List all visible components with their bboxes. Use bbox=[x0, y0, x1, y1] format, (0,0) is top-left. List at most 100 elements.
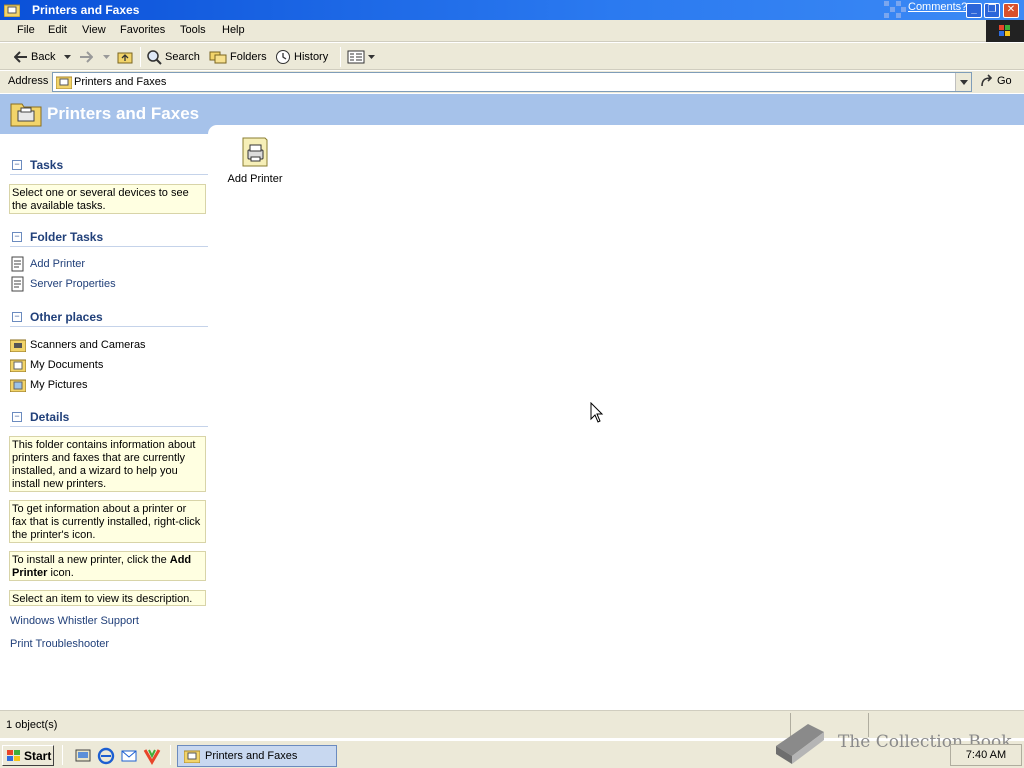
print-troubleshooter-link[interactable]: Print Troubleshooter bbox=[10, 638, 109, 650]
folder-header: Printers and Faxes bbox=[0, 94, 1024, 134]
tasks-title: Tasks bbox=[30, 158, 64, 172]
search-icon bbox=[147, 50, 162, 65]
folder-tasks-title: Folder Tasks bbox=[30, 230, 104, 244]
status-text: 1 object(s) bbox=[6, 719, 58, 731]
views-icon bbox=[347, 50, 365, 64]
other-places-title: Other places bbox=[30, 310, 103, 324]
chevron-down-icon bbox=[959, 79, 968, 85]
server-properties-icon bbox=[11, 276, 24, 292]
up-folder-button[interactable] bbox=[117, 47, 133, 67]
add-printer-item[interactable]: Add Printer bbox=[222, 136, 288, 185]
scanner-folder-icon bbox=[10, 339, 26, 352]
minimize-button[interactable]: _ bbox=[966, 3, 982, 18]
header-curve bbox=[208, 125, 1024, 134]
server-properties-link[interactable]: Server Properties bbox=[10, 276, 116, 292]
forward-arrow-icon bbox=[80, 51, 93, 63]
address-bar: Address Printers and Faxes Go bbox=[0, 71, 1024, 93]
go-button[interactable]: Go bbox=[980, 74, 1012, 88]
chevron-down-icon bbox=[103, 55, 110, 59]
taskbar-window-button[interactable]: Printers and Faxes bbox=[177, 745, 337, 767]
documents-folder-icon bbox=[10, 359, 26, 372]
up-folder-icon bbox=[117, 52, 133, 64]
taskbar-separator bbox=[170, 745, 171, 765]
windows-whistler-support-link[interactable]: Windows Whistler Support bbox=[10, 615, 139, 627]
book-logo-icon bbox=[776, 724, 824, 764]
address-label: Address bbox=[8, 75, 49, 87]
other-places-section-header[interactable]: − Other places bbox=[10, 309, 208, 327]
windows-flag-icon bbox=[7, 749, 20, 761]
address-value: Printers and Faxes bbox=[74, 76, 167, 88]
add-printer-icon bbox=[11, 256, 24, 272]
my-pictures-label: My Pictures bbox=[30, 379, 88, 391]
scanners-and-cameras-link[interactable]: Scanners and Cameras bbox=[10, 337, 146, 353]
pictures-folder-icon bbox=[10, 379, 26, 392]
add-printer-task-link[interactable]: Add Printer bbox=[10, 256, 85, 272]
toolbar: Back Search Folders History bbox=[0, 43, 1024, 70]
collapse-icon: − bbox=[12, 160, 22, 170]
views-button[interactable] bbox=[347, 47, 375, 67]
history-icon bbox=[276, 50, 290, 64]
chevron-down-icon bbox=[368, 55, 375, 59]
restore-button[interactable]: ❐ bbox=[984, 3, 1000, 18]
start-button[interactable]: Start bbox=[2, 745, 54, 766]
details-info-3: To install a new printer, click the Add … bbox=[9, 551, 206, 581]
address-input[interactable]: Printers and Faxes bbox=[52, 72, 972, 92]
search-button[interactable]: Search bbox=[146, 47, 200, 67]
comments-link[interactable]: Comments? bbox=[908, 1, 967, 13]
system-clock: 7:40 AM bbox=[950, 744, 1022, 766]
mouse-pointer-icon bbox=[590, 402, 604, 423]
add-printer-item-label: Add Printer bbox=[227, 173, 283, 185]
toolbar-separator bbox=[140, 47, 141, 67]
close-button[interactable]: ✕ bbox=[1003, 3, 1019, 18]
go-label: Go bbox=[997, 75, 1012, 87]
menu-help[interactable]: Help bbox=[222, 24, 245, 36]
folder-tasks-section-header[interactable]: − Folder Tasks bbox=[10, 229, 208, 247]
taskbar-window-label: Printers and Faxes bbox=[205, 750, 298, 762]
details-info-3-text: To install a new printer, click the bbox=[12, 554, 170, 566]
chevron-down-icon bbox=[64, 55, 71, 59]
history-button[interactable]: History bbox=[275, 47, 328, 67]
menu-bar: File Edit View Favorites Tools Help bbox=[0, 20, 1024, 42]
add-printer-icon bbox=[242, 137, 268, 167]
go-arrow-icon bbox=[981, 74, 993, 87]
back-arrow-icon bbox=[14, 51, 27, 63]
menu-tools[interactable]: Tools bbox=[180, 24, 206, 36]
printer-folder-icon bbox=[184, 750, 200, 763]
show-desktop-icon[interactable] bbox=[74, 747, 92, 765]
forward-button[interactable] bbox=[79, 47, 93, 67]
back-button[interactable]: Back bbox=[14, 47, 55, 67]
outlook-express-icon[interactable] bbox=[120, 747, 138, 765]
windows-logo-icon bbox=[986, 20, 1024, 42]
menu-favorites[interactable]: Favorites bbox=[120, 24, 165, 36]
details-info-2: To get information about a printer or fa… bbox=[9, 500, 206, 543]
folders-label: Folders bbox=[230, 51, 267, 63]
my-documents-link[interactable]: My Documents bbox=[10, 357, 103, 373]
collapse-icon: − bbox=[12, 412, 22, 422]
window-title: Printers and Faxes bbox=[32, 3, 140, 17]
menu-view[interactable]: View bbox=[82, 24, 106, 36]
history-label: History bbox=[294, 51, 329, 63]
collapse-icon: − bbox=[12, 312, 22, 322]
back-dropdown-button[interactable] bbox=[64, 47, 71, 67]
folders-button[interactable]: Folders bbox=[209, 47, 267, 67]
details-info-4: Select an item to view its description. bbox=[9, 590, 206, 606]
scanners-and-cameras-label: Scanners and Cameras bbox=[30, 339, 146, 351]
printer-folder-icon bbox=[10, 103, 42, 127]
address-dropdown-button[interactable] bbox=[955, 73, 971, 91]
task-pane: − Tasks Select one or several devices to… bbox=[0, 134, 210, 708]
tasks-info: Select one or several devices to see the… bbox=[9, 184, 206, 214]
my-pictures-link[interactable]: My Pictures bbox=[10, 377, 87, 393]
media-player-icon[interactable] bbox=[143, 747, 161, 765]
menu-edit[interactable]: Edit bbox=[48, 24, 67, 36]
forward-dropdown-button[interactable] bbox=[103, 47, 110, 67]
internet-explorer-icon[interactable] bbox=[97, 747, 115, 765]
add-printer-task-label: Add Printer bbox=[30, 258, 86, 270]
printer-folder-icon bbox=[4, 4, 20, 17]
menu-file[interactable]: File bbox=[17, 24, 35, 36]
folder-title: Printers and Faxes bbox=[47, 104, 200, 123]
tasks-section-header[interactable]: − Tasks bbox=[10, 157, 208, 175]
server-properties-label: Server Properties bbox=[30, 278, 116, 290]
details-title: Details bbox=[30, 410, 70, 424]
folders-icon bbox=[209, 51, 227, 64]
details-section-header[interactable]: − Details bbox=[10, 409, 208, 427]
